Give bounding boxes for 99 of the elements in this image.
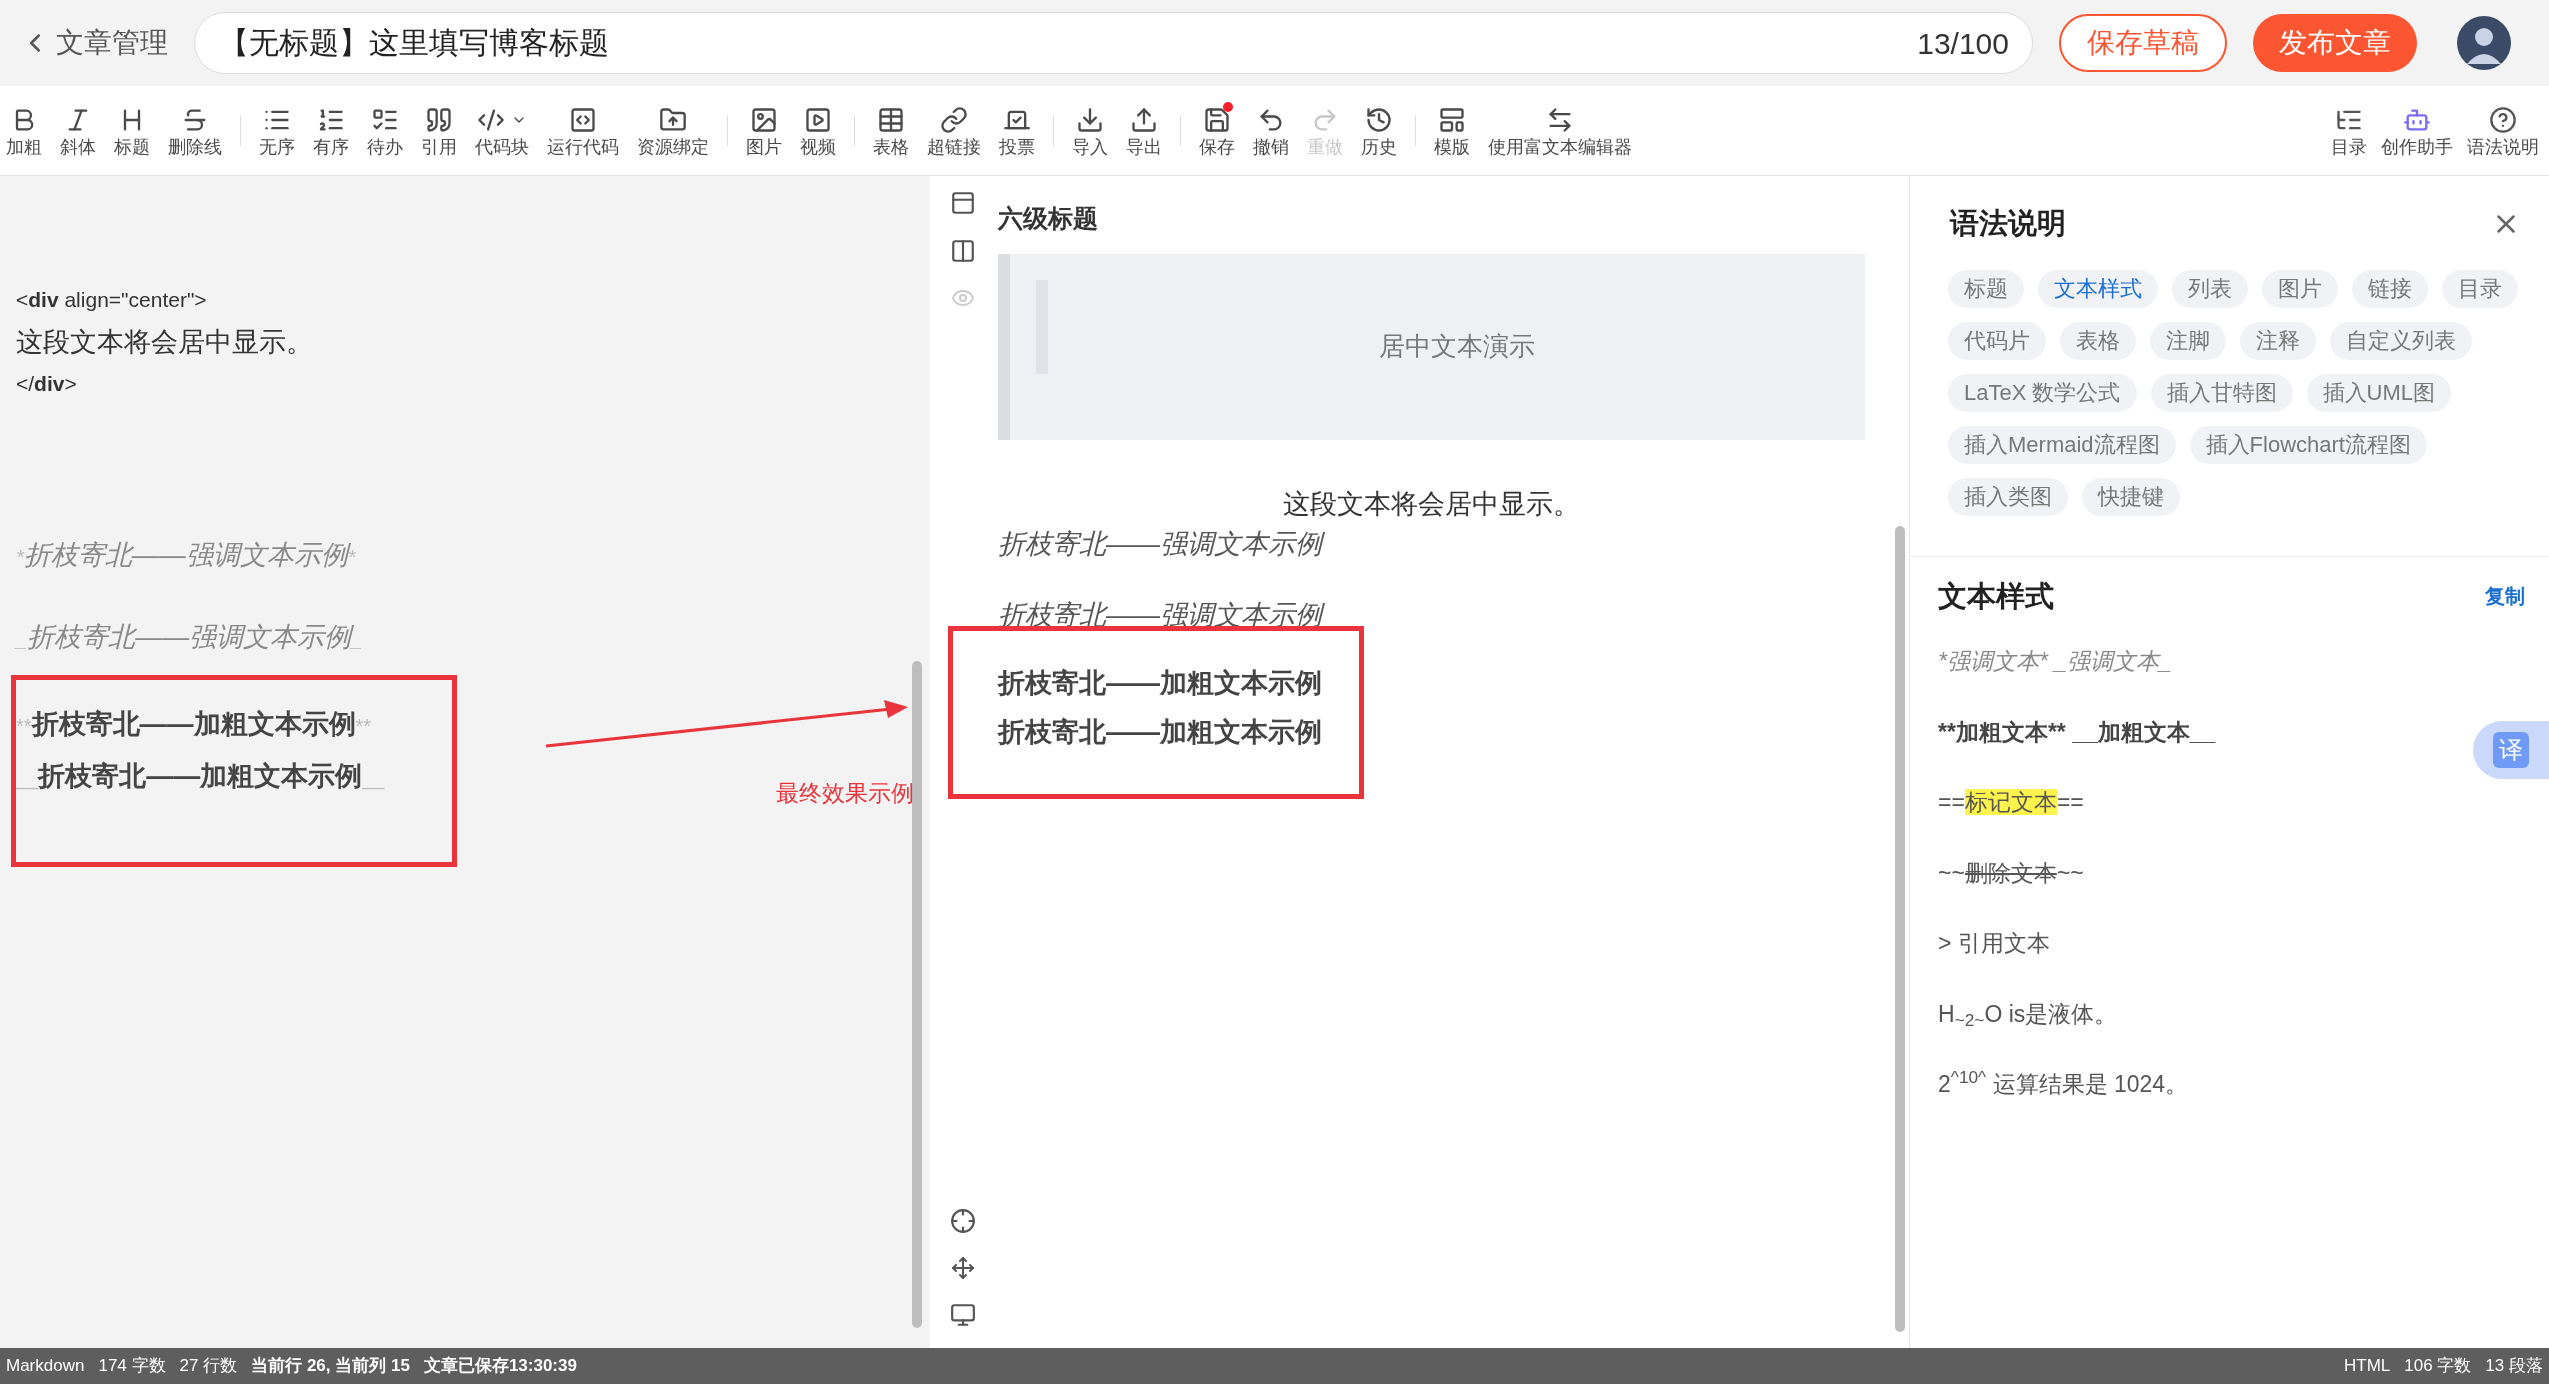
toolbar-button[interactable]: 撤销 (1249, 105, 1293, 156)
blockquote: 居中文本演示 (998, 253, 1865, 440)
status-text: 174 字数 (98, 1355, 166, 1378)
syntax-tab[interactable]: 文本样式 (2038, 269, 2158, 308)
quote-icon (425, 105, 453, 134)
syntax-tab[interactable]: 插入类图 (1948, 477, 2068, 516)
status-text: 当前行 26, 当前列 15 (251, 1355, 410, 1378)
section-title: 文本样式 (1938, 578, 2054, 614)
syntax-tab[interactable]: 标题 (1948, 269, 2024, 308)
syntax-tab[interactable]: 插入Mermaid流程图 (1948, 425, 2176, 464)
monitor-icon[interactable] (950, 1302, 976, 1328)
toolbar-button[interactable]: 创作助手 (2381, 105, 2453, 156)
toolbar-button[interactable]: 图片 (742, 105, 786, 156)
toolbar-button[interactable]: 导入 (1068, 105, 1112, 156)
move-icon[interactable] (951, 1256, 975, 1280)
syntax-tab[interactable]: 注脚 (2150, 321, 2226, 360)
toolbar-button[interactable]: 使用富文本编辑器 (1484, 105, 1636, 156)
centered-paragraph: 这段文本将会居中显示。 (1282, 487, 1581, 521)
toolbar-button[interactable]: 目录 (2331, 105, 2367, 156)
annotation-label: 最终效果示例 (776, 779, 914, 808)
syntax-example: ~~删除文本~~ (1938, 858, 2084, 888)
toolbar-button[interactable]: 无序 (255, 105, 299, 156)
link-icon (940, 105, 968, 134)
syntax-example: H$_{~2~}$O is是液体。 (1938, 999, 2118, 1031)
folder-upload-icon (659, 105, 687, 134)
code-line: **折枝寄北——加粗文本示例** (16, 707, 372, 741)
status-text: 106 字数 (2404, 1355, 2472, 1378)
syntax-tab[interactable]: 目录 (2442, 269, 2518, 308)
status-text: 27 行数 (179, 1355, 238, 1378)
character-counter: 13/100 (1917, 25, 2009, 62)
scrollbar[interactable] (912, 661, 922, 1328)
help-icon (2489, 105, 2517, 134)
syntax-tab[interactable]: 列表 (2172, 269, 2248, 308)
toolbar-button[interactable]: 投票 (995, 105, 1039, 156)
syntax-example: 2$^{^10^}$ 运算结果是 1024。 (1938, 1067, 2189, 1099)
italic-paragraph: 折枝寄北——强调文本示例 (998, 524, 1865, 565)
toolbar-button[interactable]: 引用 (417, 105, 461, 156)
toolbar-button[interactable]: 语法说明 (2467, 105, 2539, 156)
upload-icon (1130, 105, 1158, 134)
status-text: 文章已保存13:30:39 (423, 1355, 577, 1378)
back-link[interactable]: 文章管理 (20, 22, 168, 64)
layout-icon[interactable] (950, 190, 976, 216)
status-text: Markdown (6, 1355, 85, 1378)
syntax-tab[interactable]: 自定义列表 (2330, 321, 2472, 360)
status-text: HTML (2344, 1355, 2391, 1378)
toolbar-button[interactable]: 历史 (1357, 105, 1401, 156)
syntax-tab[interactable]: 注释 (2240, 321, 2316, 360)
code-line: __折枝寄北——加粗文本示例__ (16, 760, 385, 793)
toolbar-button[interactable]: 代码块 (471, 105, 533, 156)
syntax-tab[interactable]: 链接 (2352, 269, 2428, 308)
syntax-example: **加粗文本** __加粗文本__ (1938, 717, 2216, 747)
toolbar-button[interactable]: 导出 (1122, 105, 1166, 156)
bold-paragraph: 折枝寄北——加粗文本示例 (998, 715, 1323, 749)
syntax-tab[interactable]: 图片 (2262, 269, 2338, 308)
syntax-example: ==标记文本== (1938, 788, 2084, 817)
bold-paragraph: 折枝寄北——加粗文本示例 (998, 667, 1323, 700)
history-icon (1365, 105, 1393, 134)
toolbar-button[interactable]: 删除线 (164, 105, 226, 156)
heading: 六级标题 (998, 203, 1099, 234)
toolbar-button[interactable]: 标题 (110, 105, 154, 156)
toolbar-button[interactable]: 运行代码 (543, 105, 623, 156)
toolbar-button[interactable]: 模版 (1430, 105, 1474, 156)
locate-icon[interactable] (950, 1208, 976, 1234)
syntax-example: *强调文本* _强调文本_ (1938, 647, 2172, 676)
toolbar-button[interactable]: 待办 (363, 105, 407, 156)
toolbar-button[interactable]: 有序 (309, 105, 353, 156)
image-icon (750, 105, 778, 134)
copy-link[interactable]: 复制 (2485, 581, 2525, 612)
avatar[interactable] (2457, 16, 2511, 70)
syntax-tab[interactable]: LaTeX 数学公式 (1948, 373, 2137, 412)
save-icon (1203, 105, 1231, 134)
video-icon (804, 105, 832, 134)
status-text: 13 段落 (2485, 1355, 2543, 1378)
table-icon (877, 105, 905, 134)
code-window-icon (569, 105, 597, 134)
syntax-tab[interactable]: 快捷键 (2082, 477, 2180, 516)
code-line: <div align="center"> (16, 287, 207, 313)
download-icon (1076, 105, 1104, 134)
split-view-icon[interactable] (950, 238, 976, 264)
syntax-tab[interactable]: 插入UML图 (2306, 373, 2451, 412)
syntax-example: > 引用文本 (1938, 929, 2050, 958)
syntax-tab[interactable]: 表格 (2060, 321, 2136, 360)
panel-title: 语法说明 (1950, 206, 2066, 241)
code-line: 这段文本将会居中显示。 (16, 325, 313, 359)
toolbar-button[interactable]: 加粗 (2, 105, 46, 156)
code-line: *折枝寄北——强调文本示例* (16, 538, 356, 572)
toolbar-button[interactable]: 资源绑定 (633, 105, 713, 156)
toolbar-button[interactable]: 斜体 (56, 105, 100, 156)
scrollbar[interactable] (1895, 526, 1905, 1332)
syntax-tab[interactable]: 代码片 (1948, 321, 2046, 360)
code-line: </div> (16, 371, 77, 397)
syntax-tab[interactable]: 插入甘特图 (2150, 373, 2293, 412)
template-icon (1438, 105, 1466, 134)
toolbar-button[interactable]: 超链接 (923, 105, 985, 156)
toolbar-button[interactable]: 表格 (869, 105, 913, 156)
toolbar-button[interactable]: 保存 (1195, 105, 1239, 156)
syntax-tab[interactable]: 插入Flowchart流程图 (2189, 425, 2427, 464)
code-line: _折枝寄北——强调文本示例_ (16, 621, 363, 654)
toolbar-button[interactable]: 视频 (796, 105, 840, 156)
